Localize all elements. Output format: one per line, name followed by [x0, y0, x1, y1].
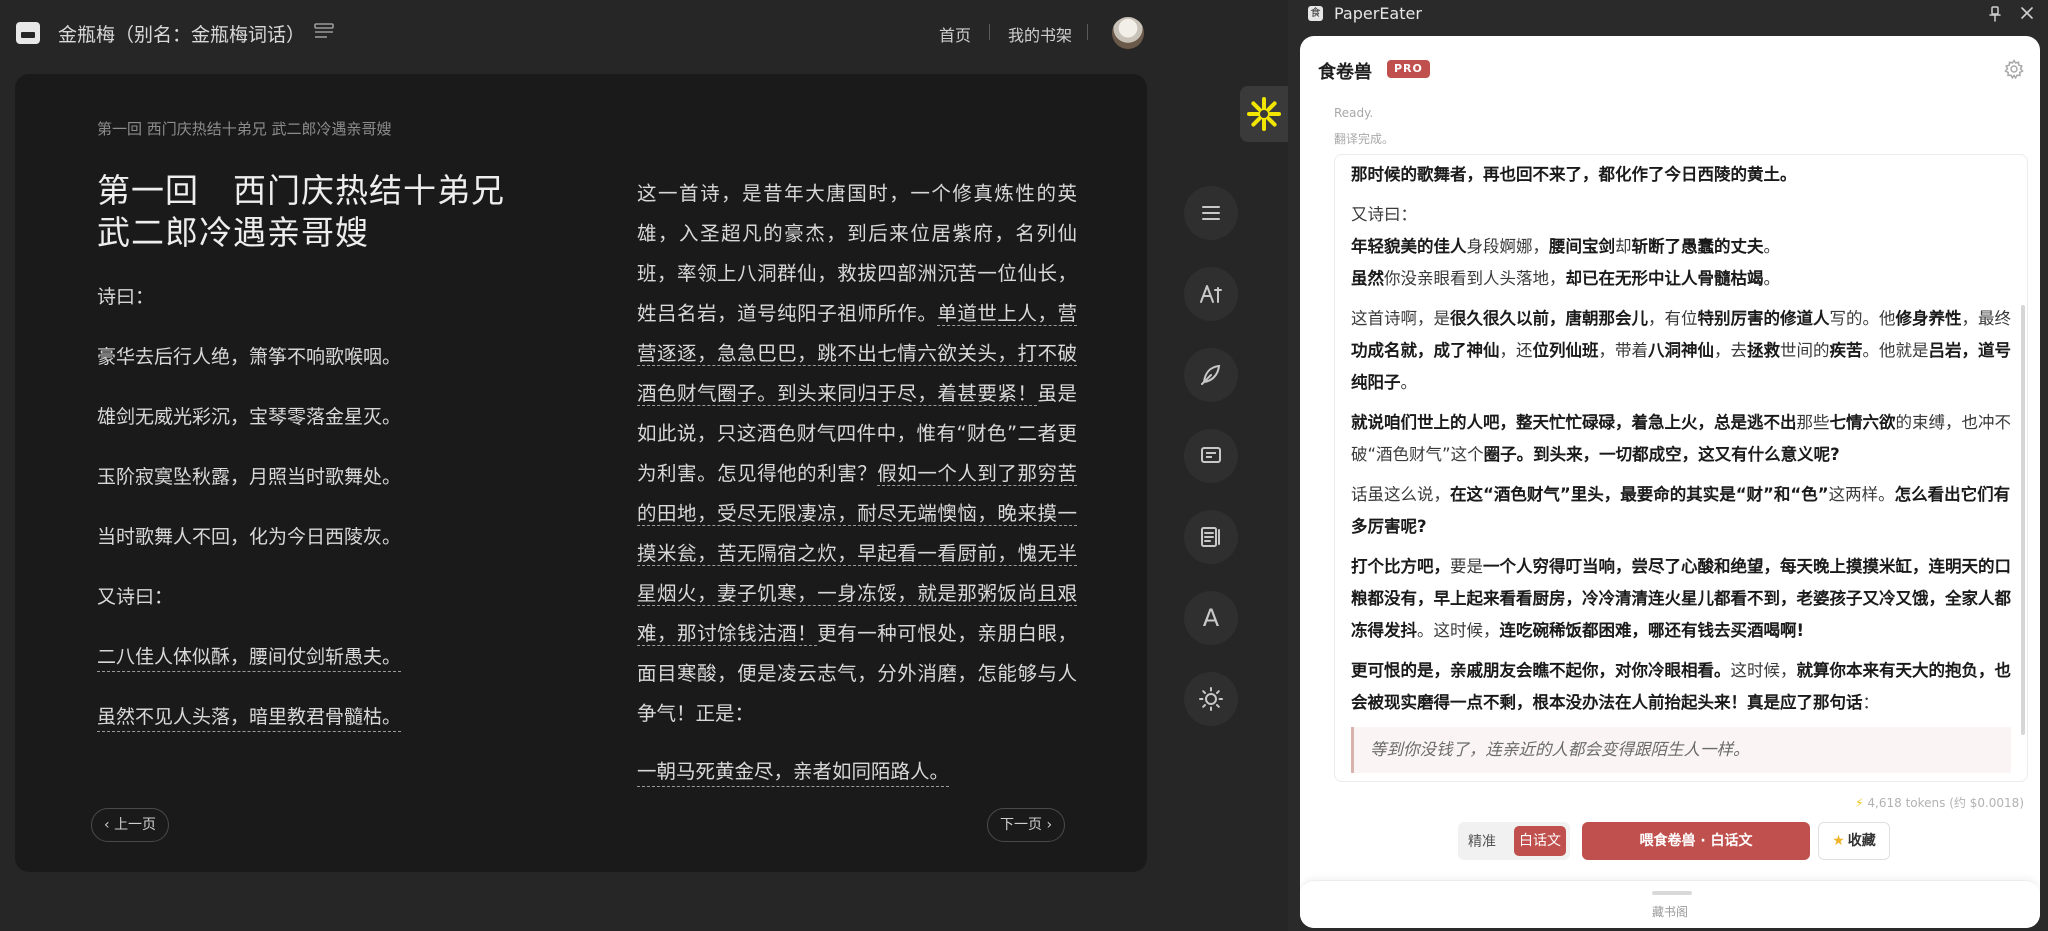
mode-vernacular-option[interactable]: 白话文: [1514, 826, 1566, 856]
reader-page: 第一回 西门庆热结十弟兄 武二郎冷遇亲哥嫂 第一回 西门庆热结十弟兄 武二郎冷遇…: [15, 74, 1147, 872]
nav-divider: [1087, 24, 1088, 40]
book-app-logo-icon[interactable]: [16, 22, 40, 44]
gear-icon[interactable]: [2004, 59, 2024, 79]
mode-switch: 精准 白话文: [1458, 822, 1570, 860]
status-ready: Ready.: [1334, 106, 1374, 120]
top-bar: 金瓶梅（别名：金瓶梅词话） 首页 我的书架: [0, 0, 1288, 66]
favorite-button[interactable]: ★ 收藏: [1818, 822, 1890, 860]
chapter-title: 第一回 西门庆热结十弟兄 武二郎冷遇亲哥嫂: [97, 170, 557, 254]
action-bar: 精准 白话文 喂食卷兽 · 白话文 ★ 收藏: [1300, 822, 2040, 862]
brand-name: 食卷兽: [1318, 62, 1372, 83]
comments-button[interactable]: [1184, 429, 1238, 483]
font-button[interactable]: A: [1184, 591, 1238, 645]
feather-pen-icon: [1201, 364, 1221, 385]
drawer-handle[interactable]: [1652, 891, 1692, 895]
papereater-card: 食卷兽 PRO Ready. 翻译完成。 那时候的歌舞者，再也回不来了，都化作了…: [1300, 36, 2040, 928]
menu-icon: [1202, 206, 1220, 220]
prev-page-button[interactable]: ‹ 上一页: [91, 808, 170, 842]
output-paragraph: 又诗曰： 年轻貌美的佳人身段婀娜，腰间宝剑却斩断了愚蠢的丈夫。 虽然你没亲眼看到…: [1351, 205, 1780, 288]
output-paragraph: 就说咱们世上的人吧，整天忙忙碌碌，着急上火，总是逃不出那些七情六欲的束缚，也冲不…: [1351, 413, 2011, 464]
output-paragraph: 打个比方吧，要是一个人穷得叮当响，尝尽了心酸和绝望，每天晚上摸摸米缸，连明天的口…: [1351, 557, 2011, 640]
screen: 金瓶梅（别名：金瓶梅词话） 首页 我的书架 第一回 西门庆热结十弟兄 武二郎冷遇…: [0, 0, 2048, 931]
book-title: 金瓶梅（别名：金瓶梅词话）: [58, 24, 306, 46]
text-line-highlighted: 虽然不见人头落，暗里教君骨髓枯。: [97, 704, 567, 764]
text-line: 雄剑无威光彩沉，宝琴零落金星灭。: [97, 406, 402, 428]
user-avatar[interactable]: [1112, 17, 1144, 49]
mode-precise-option[interactable]: 精准: [1468, 831, 1496, 851]
text-size-button[interactable]: [1184, 267, 1238, 321]
highlighted-passage[interactable]: 假如一个人到了那穷苦的田地，受尽无限凄凉，耐尽无端懊恼，晚来摸一摸米瓮，苦无隔宿…: [637, 462, 1077, 646]
star-icon: ★: [1832, 833, 1845, 849]
nav-home-link[interactable]: 首页: [939, 22, 971, 46]
output-paragraph: 更可恨的是，亲戚朋友会瞧不起你，对你冷眼相看。这时候，就算你本来有天大的抱负，也…: [1351, 661, 2011, 712]
lightning-icon: ⚡: [1855, 796, 1868, 810]
right-text-column: 这一首诗，是昔年大唐国时，一个修真炼性的英雄，入圣超凡的豪杰，到后来位居紫府，名…: [637, 174, 1077, 792]
text-line: 当时歌舞人不回，化为今日西陵灰。: [97, 526, 402, 548]
close-icon[interactable]: [2020, 6, 2034, 20]
paragraph: 这一首诗，是昔年大唐国时，一个修真炼性的英雄，入圣超凡的豪杰，到后来位居紫府，名…: [637, 182, 1077, 725]
output-scrollbar[interactable]: [2021, 305, 2025, 735]
sun-icon: [1199, 687, 1223, 711]
text-size-icon: [1200, 285, 1222, 303]
text-line: 又诗曰：: [97, 586, 174, 608]
pin-icon[interactable]: [1988, 6, 2002, 22]
papereater-toggle-tab[interactable]: [1240, 86, 1288, 142]
output-paragraph: 那时候的歌舞者，再也回不来了，都化作了今日西陵的黄土。: [1351, 165, 1797, 184]
menu-button[interactable]: [1184, 186, 1238, 240]
theme-toggle-button[interactable]: [1184, 672, 1238, 726]
paragraph-highlighted: 一朝马死黄金尽，亲者如同陌路人。: [637, 752, 1077, 792]
papereater-logo-icon: 食: [1308, 6, 1323, 21]
panel-title-bar: 食 PaperEater: [1288, 0, 2048, 28]
panel-app-name: PaperEater: [1334, 4, 1422, 23]
text-line: 诗曰：: [97, 286, 155, 308]
next-page-button[interactable]: 下一页 ›: [987, 808, 1066, 842]
nav-divider: [989, 24, 990, 40]
chapter-title-line: 第一回 西门庆热结十弟兄: [97, 171, 505, 210]
output-paragraph: 话虽这么说，在这“酒色财气”里头，最要命的其实是“财”和“色”这两样。怎么看出它…: [1351, 485, 2011, 536]
annotate-button[interactable]: [1184, 348, 1238, 402]
text-line-highlighted: 二八佳人体似酥，腰间仗剑斩愚夫。: [97, 644, 567, 704]
notes-list-button[interactable]: [1184, 510, 1238, 564]
table-of-contents-icon[interactable]: [313, 22, 335, 42]
drawer-label: 藏书阁: [1651, 905, 1688, 919]
library-drawer[interactable]: 藏书阁: [1300, 880, 2040, 928]
text-line: 玉阶寂寞坠秋露，月照当时歌舞处。: [97, 466, 402, 488]
token-usage: ⚡ 4,618 tokens (约 $0.0018): [1855, 796, 2024, 810]
notes-list-icon: [1201, 527, 1220, 547]
text-line: 豪华去后行人绝，箫筝不响歌喉咽。: [97, 346, 402, 368]
chevron-right-icon: ›: [1042, 817, 1053, 833]
chevron-left-icon: ‹: [104, 817, 115, 833]
quote-block: 等到你没钱了，连亲近的人都会变得跟陌生人一样。: [1351, 727, 2011, 773]
chapter-title-line: 武二郎冷遇亲哥嫂: [97, 213, 369, 252]
papereater-panel: 食 PaperEater 食卷兽 PRO Ready. 翻译完成。 那时候的歌舞…: [1288, 0, 2048, 931]
font-icon: A: [1202, 604, 1220, 632]
comment-icon: [1201, 447, 1221, 463]
feed-translate-button[interactable]: 喂食卷兽 · 白话文: [1582, 822, 1810, 860]
status-translation-done: 翻译完成。: [1334, 132, 1395, 146]
pro-badge: PRO: [1387, 60, 1430, 78]
chapter-breadcrumb: 第一回 西门庆热结十弟兄 武二郎冷遇亲哥嫂: [97, 120, 392, 138]
left-text-column: 诗曰： 豪华去后行人绝，箫筝不响歌喉咽。 雄剑无威光彩沉，宝琴零落金星灭。 玉阶…: [97, 284, 567, 764]
nav-bookshelf-link[interactable]: 我的书架: [1008, 22, 1072, 46]
spark-icon: [1247, 97, 1281, 131]
output-paragraph: 这首诗啊，是很久很久以前，唐朝那会儿，有位特别厉害的修道人写的。他修身养性，最终…: [1351, 309, 2011, 392]
translation-output[interactable]: 那时候的歌舞者，再也回不来了，都化作了今日西陵的黄土。 又诗曰： 年轻貌美的佳人…: [1334, 154, 2028, 782]
